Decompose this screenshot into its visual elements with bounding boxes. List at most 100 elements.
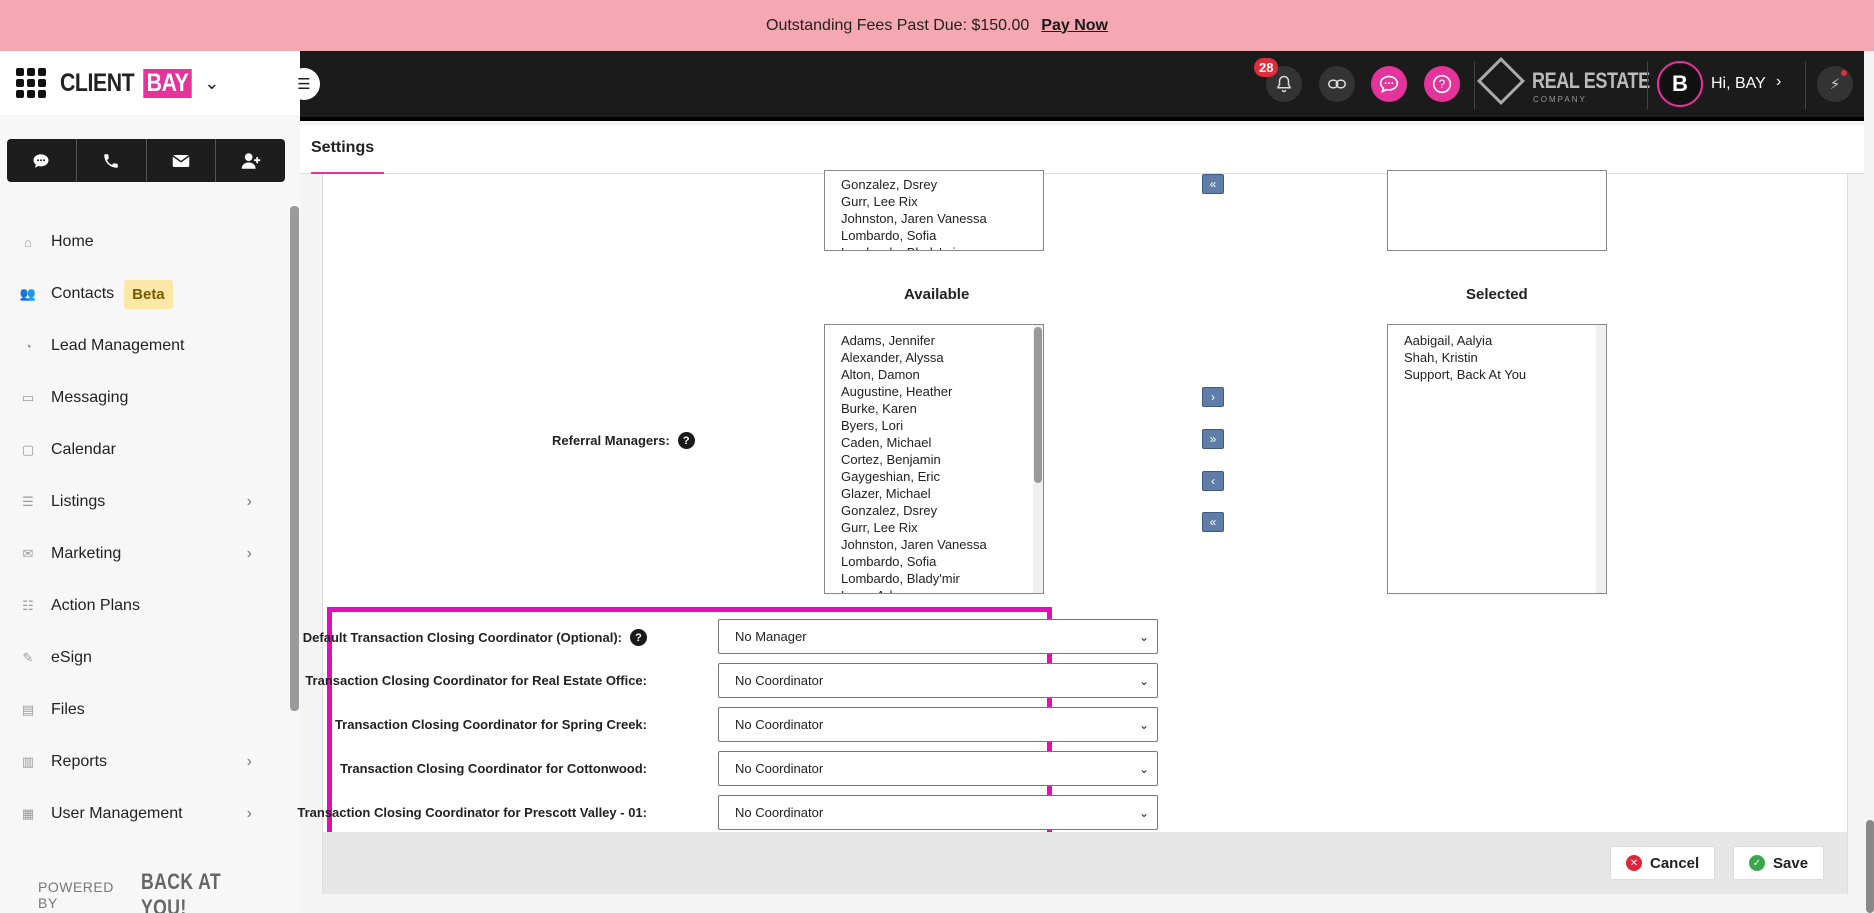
brand-logo: CLIENT BAY <box>60 68 196 98</box>
list-option[interactable]: Lombardo, Sofia <box>825 227 1043 244</box>
selected-heading: Selected <box>1466 286 1528 303</box>
back-at-you-logo: BACK AT YOU! <box>141 869 222 913</box>
available-option[interactable]: Long, Adam <box>825 587 1043 593</box>
lightning-icon[interactable]: ⚡ <box>1817 66 1853 102</box>
available-list-scrollbar[interactable] <box>1033 325 1043 593</box>
sidebar-item-label: Files <box>51 701 85 718</box>
available-option[interactable]: Gurr, Lee Rix <box>825 519 1043 536</box>
available-option[interactable]: Cortez, Benjamin <box>825 451 1043 468</box>
sidebar-item-marketing[interactable]: ✉ Marketing › <box>0 528 290 580</box>
selected-option[interactable]: Support, Back At You <box>1388 366 1606 383</box>
tab-settings[interactable]: Settings <box>311 125 384 174</box>
sidebar-item-lead-management[interactable]: ◔ Lead Management <box>0 320 290 372</box>
email-icon[interactable] <box>147 139 217 182</box>
available-option[interactable]: Byers, Lori <box>825 417 1043 434</box>
sidebar-item-files[interactable]: ▤ Files <box>0 684 290 736</box>
pay-now-link[interactable]: Pay Now <box>1041 17 1108 35</box>
coordinator-row-cottonwood: Transaction Closing Coordinator for Cott… <box>332 751 1158 787</box>
upper-available-list[interactable]: Gonzalez, Dsrey Gurr, Lee Rix Johnston, Ja… <box>824 170 1044 251</box>
chat-icon[interactable] <box>7 139 77 182</box>
list-option[interactable]: Johnston, Jaren Vanessa <box>825 210 1043 227</box>
sidebar-item-esign[interactable]: ✎ eSign <box>0 632 290 684</box>
move-all-left-button[interactable]: « <box>1202 512 1224 532</box>
phone-icon[interactable] <box>77 139 147 182</box>
available-option[interactable]: Lombardo, Sofia <box>825 553 1043 570</box>
coordinator-label: Transaction Closing Coordinator for Spri… <box>334 717 647 732</box>
available-option[interactable]: Gonzalez, Dsrey <box>825 502 1043 519</box>
sidebar-item-listings[interactable]: ☰ Listings › <box>0 476 290 528</box>
real-estate-office-coordinator-select[interactable]: No Coordinator ⌄ <box>718 663 1158 698</box>
available-option[interactable]: Gaygeshian, Eric <box>825 468 1043 485</box>
coordinator-label: Transaction Closing Coordinator for Cott… <box>340 761 647 776</box>
add-contact-icon[interactable] <box>216 139 285 182</box>
selected-option[interactable]: Shah, Kristin <box>1388 349 1606 366</box>
sidebar-item-reports[interactable]: ▥ Reports › <box>0 736 290 788</box>
sidebar-item-label: Reports <box>51 753 108 770</box>
chevron-right-icon: › <box>246 753 252 770</box>
move-all-right-button[interactable]: » <box>1202 429 1224 449</box>
sidebar-item-label: Messaging <box>51 389 129 406</box>
available-option[interactable]: Johnston, Jaren Vanessa <box>825 536 1043 553</box>
available-managers-list[interactable]: Adams, Jennifer Alexander, Alyssa Alton, D… <box>824 324 1044 594</box>
available-option[interactable]: Adams, Jennifer <box>825 332 1043 349</box>
available-option[interactable]: Lombardo, Blady'mir <box>825 570 1043 587</box>
form-footer: ✕ Cancel ✓ Save <box>323 832 1847 894</box>
available-option[interactable]: Alexander, Alyssa <box>825 349 1043 366</box>
user-management-icon: ▦ <box>21 806 35 821</box>
messaging-icon: ▭ <box>21 390 35 405</box>
cottonwood-coordinator-select[interactable]: No Coordinator ⌄ <box>718 751 1158 786</box>
quick-actions-bar <box>7 139 285 182</box>
sidebar-item-calendar[interactable]: ▢ Calendar <box>0 424 290 476</box>
chevron-down-icon: ⌄ <box>1138 806 1149 820</box>
esign-icon: ✎ <box>22 650 34 665</box>
available-option[interactable]: Caden, Michael <box>825 434 1043 451</box>
move-left-button[interactable]: ‹ <box>1202 471 1224 491</box>
sidebar-item-label: Lead Management <box>51 337 185 354</box>
selected-managers-list[interactable]: Aabigail, Aalyia Shah, Kristin Support, Ba… <box>1387 324 1607 594</box>
spring-creek-coordinator-select[interactable]: No Coordinator ⌄ <box>718 707 1158 742</box>
sidebar-item-user-management[interactable]: ▦ User Management › <box>0 788 290 840</box>
list-option[interactable]: Gonzalez, Dsrey <box>825 176 1043 193</box>
apps-grid-icon[interactable] <box>16 68 46 98</box>
help-question-icon[interactable]: ? <box>630 629 647 646</box>
move-all-left-button-upper[interactable]: « <box>1202 174 1224 194</box>
list-option[interactable]: Gurr, Lee Rix <box>825 193 1043 210</box>
greeting[interactable]: Hi, BAY <box>1711 75 1766 93</box>
sidebar-item-contacts[interactable]: 👥 Contacts Beta <box>0 268 290 320</box>
list-option[interactable]: Lombardo, Blady'mir <box>825 244 1043 250</box>
selected-option[interactable]: Aabigail, Aalyia <box>1388 332 1606 349</box>
home-icon: ⌂ <box>24 234 32 250</box>
page-scrollbar[interactable] <box>1866 820 1874 913</box>
chevron-right-icon[interactable]: › <box>1776 73 1781 91</box>
sidebar-item-home[interactable]: ⌂ Home <box>0 216 290 268</box>
available-option[interactable]: Glazer, Michael <box>825 485 1043 502</box>
save-button[interactable]: ✓ Save <box>1733 846 1825 880</box>
chevron-down-icon: ⌄ <box>1138 762 1149 776</box>
files-icon: ▤ <box>21 702 35 717</box>
closing-coordinator-section: Default Transaction Closing Coordinator … <box>297 607 1158 842</box>
chevron-down-icon[interactable]: ⌄ <box>204 73 219 94</box>
sidebar-scrollbar[interactable] <box>290 206 299 711</box>
chevron-down-icon: ⌄ <box>1138 718 1149 732</box>
sidebar-item-messaging[interactable]: ▭ Messaging <box>0 372 290 424</box>
link-icon[interactable] <box>1319 66 1355 102</box>
chat-bubble-icon[interactable] <box>1371 66 1407 102</box>
available-option[interactable]: Augustine, Heather <box>825 383 1043 400</box>
available-option[interactable]: Burke, Karen <box>825 400 1043 417</box>
cancel-button[interactable]: ✕ Cancel <box>1610 846 1716 880</box>
brand[interactable]: CLIENT BAY ⌄ <box>0 51 300 115</box>
chevron-down-icon: ⌄ <box>1138 630 1149 644</box>
sidebar-item-action-plans[interactable]: ☷ Action Plans <box>0 580 290 632</box>
avatar[interactable]: B <box>1657 61 1703 107</box>
prescott-valley-coordinator-select[interactable]: No Coordinator ⌄ <box>718 795 1158 830</box>
default-coordinator-select[interactable]: No Manager ⌄ <box>718 619 1158 654</box>
sidebar-item-label: Marketing <box>51 545 122 562</box>
coordinator-row-default: Default Transaction Closing Coordinator … <box>303 619 1158 655</box>
sidebar-item-label: User Management <box>51 805 183 822</box>
help-question-icon[interactable]: ? <box>677 432 695 449</box>
available-option[interactable]: Alton, Damon <box>825 366 1043 383</box>
move-right-button[interactable]: › <box>1202 387 1224 407</box>
collapse-sidebar-icon[interactable]: ☰ <box>288 68 320 100</box>
upper-selected-list[interactable] <box>1387 170 1607 251</box>
help-icon[interactable]: ? <box>1424 66 1460 102</box>
